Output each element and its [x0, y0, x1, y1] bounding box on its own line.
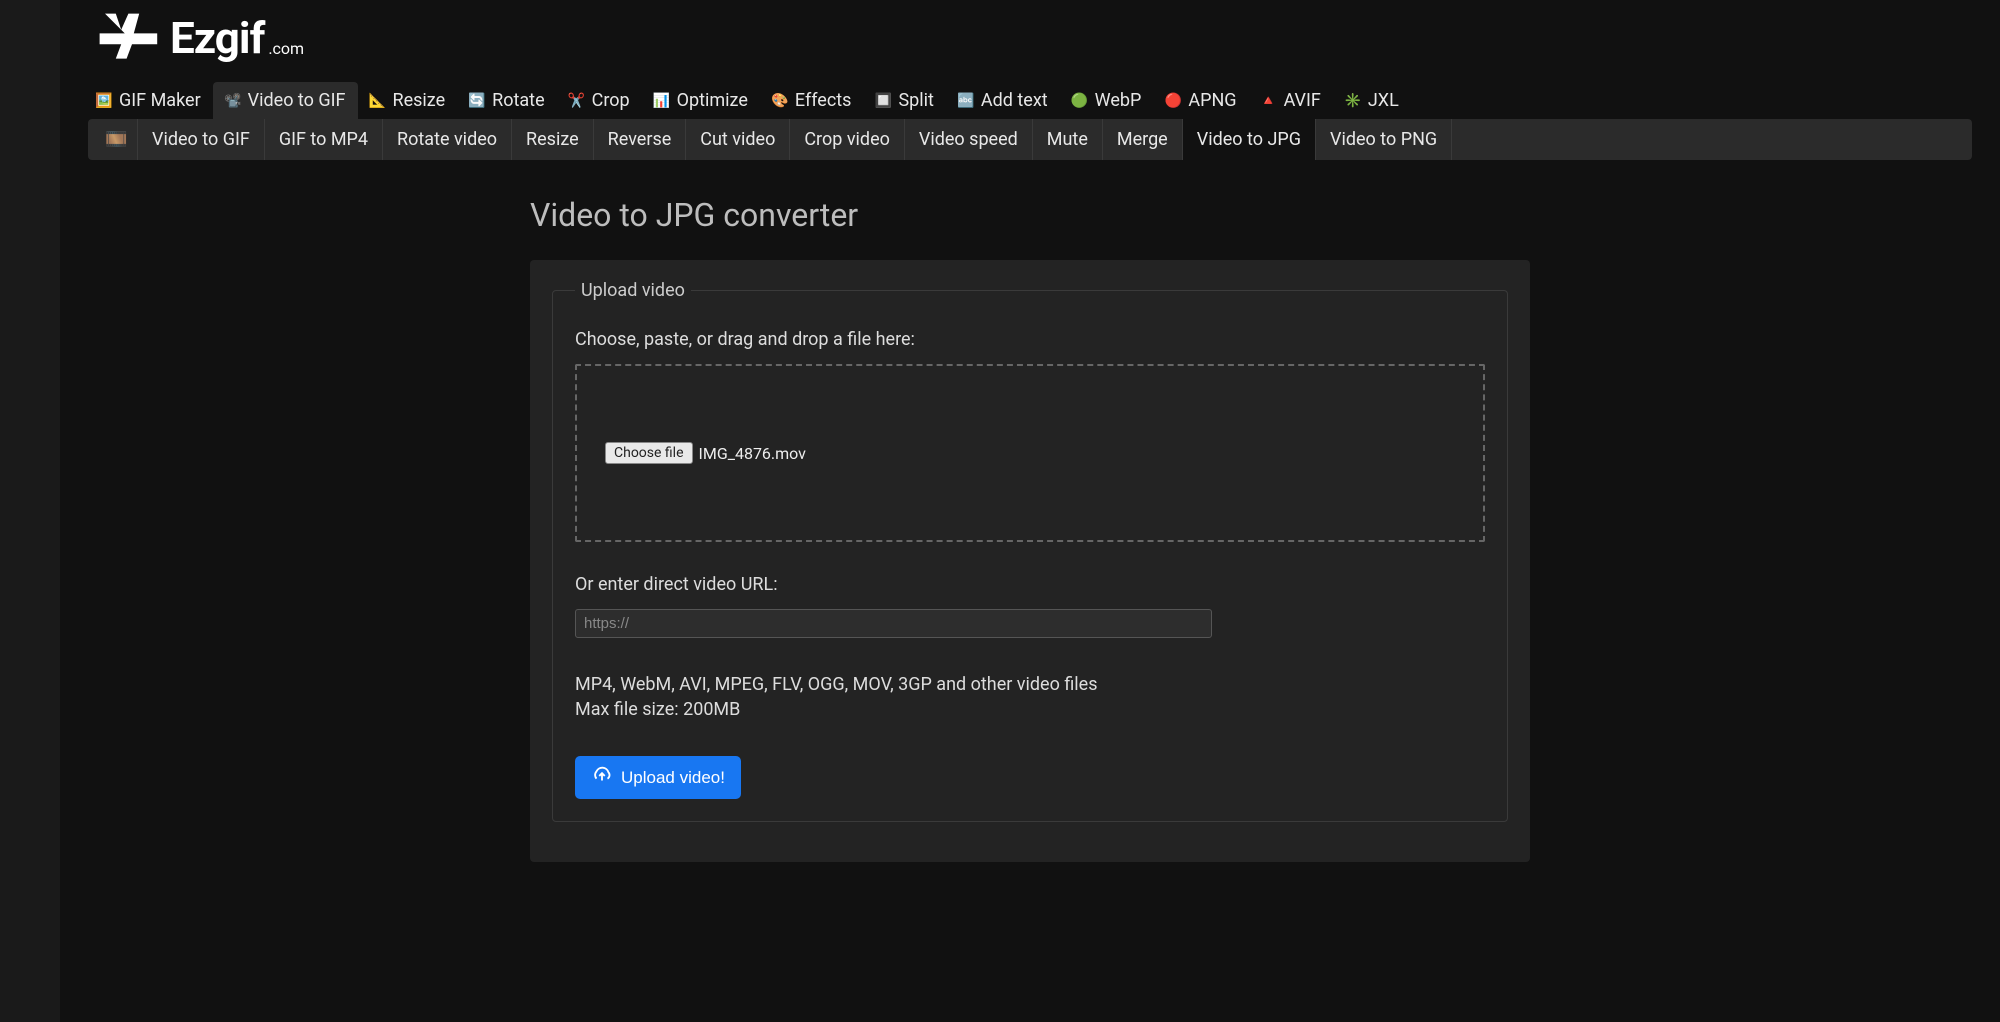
upload-hints: MP4, WebM, AVI, MPEG, FLV, OGG, MOV, 3GP… — [575, 672, 1485, 722]
nav-item-label: Rotate — [492, 90, 544, 111]
primary-nav: 🖼️ GIF Maker 📽️ Video to GIF 📐 Resize 🔄 Rotate ✂… — [84, 82, 1972, 119]
page-title: Video to JPG converter — [530, 196, 1530, 234]
nav-item-icon: 🟢 — [1072, 93, 1088, 109]
nav-primary-item[interactable]: ✂️ Crop — [557, 82, 642, 119]
nav-secondary-item[interactable]: Video to GIF — [138, 119, 265, 160]
upload-panel: Upload video Choose, paste, or drag and … — [530, 260, 1530, 862]
nav-secondary-item[interactable]: GIF to MP4 — [265, 119, 383, 160]
url-label: Or enter direct video URL: — [575, 574, 1485, 595]
nav-secondary-item[interactable]: Cut video — [686, 119, 790, 160]
nav-item-icon: 🔴 — [1165, 93, 1181, 109]
nav-item-label: Split — [898, 90, 933, 111]
nav-item-label: Optimize — [677, 90, 748, 111]
film-icon: 🎞️ — [96, 119, 138, 160]
nav-primary-item[interactable]: 🔄 Rotate — [457, 82, 556, 119]
nav-item-icon: 🔄 — [469, 93, 485, 109]
nav-item-label: Crop — [592, 90, 630, 111]
nav-item-label: APNG — [1188, 90, 1236, 111]
nav-primary-item[interactable]: 🔲 Split — [863, 82, 945, 119]
nav-primary-item[interactable]: 🔤 Add text — [946, 82, 1060, 119]
nav-secondary-item[interactable]: Merge — [1103, 119, 1183, 160]
file-dropzone[interactable]: Choose file IMG_4876.mov — [575, 364, 1485, 542]
nav-secondary-item[interactable]: Video to JPG — [1183, 119, 1316, 160]
formats-hint: MP4, WebM, AVI, MPEG, FLV, OGG, MOV, 3GP… — [575, 672, 1485, 697]
nav-secondary-item[interactable]: Rotate video — [383, 119, 512, 160]
nav-item-icon: ✳️ — [1345, 93, 1361, 109]
nav-secondary-item[interactable]: Video speed — [905, 119, 1033, 160]
left-gutter — [0, 0, 60, 1022]
upload-legend: Upload video — [575, 280, 691, 301]
nav-secondary-item[interactable]: Reverse — [594, 119, 687, 160]
choose-file-button[interactable]: Choose file — [605, 442, 693, 464]
secondary-nav: 🎞️ Video to GIFGIF to MP4Rotate videoRes… — [88, 119, 1972, 160]
upload-fieldset: Upload video Choose, paste, or drag and … — [552, 280, 1508, 822]
nav-secondary-item[interactable]: Video to PNG — [1316, 119, 1452, 160]
nav-item-label: Add text — [981, 90, 1048, 111]
nav-primary-item[interactable]: ✳️ JXL — [1333, 82, 1411, 119]
nav-item-label: JXL — [1368, 90, 1399, 111]
max-size-hint: Max file size: 200MB — [575, 697, 1485, 722]
nav-item-icon: 🔤 — [958, 93, 974, 109]
nav-secondary-item[interactable]: Crop video — [790, 119, 905, 160]
nav-item-icon: 📽️ — [225, 93, 241, 109]
nav-item-label: WebP — [1095, 90, 1142, 111]
upload-icon — [591, 765, 613, 790]
logo-icon — [96, 10, 160, 66]
nav-primary-item[interactable]: 📊 Optimize — [642, 82, 760, 119]
nav-primary-item[interactable]: 📽️ Video to GIF — [213, 82, 358, 119]
logo-tld: .com — [268, 39, 304, 58]
nav-primary-item[interactable]: 📐 Resize — [358, 82, 458, 119]
url-input[interactable] — [575, 609, 1212, 638]
nav-item-label: Resize — [393, 90, 446, 111]
nav-secondary-item[interactable]: Mute — [1033, 119, 1103, 160]
upload-submit-button[interactable]: Upload video! — [575, 756, 741, 799]
nav-item-icon: 🖼️ — [96, 93, 112, 109]
nav-primary-item[interactable]: 🖼️ GIF Maker — [84, 82, 213, 119]
nav-item-label: AVIF — [1284, 90, 1321, 111]
nav-primary-item[interactable]: 🟢 WebP — [1060, 82, 1154, 119]
nav-item-label: GIF Maker — [119, 90, 201, 111]
site-header: Ezgif .com — [88, 0, 1972, 82]
nav-primary-item[interactable]: 🔺 AVIF — [1249, 82, 1333, 119]
nav-item-icon: 📊 — [654, 93, 670, 109]
logo-text[interactable]: Ezgif — [170, 12, 264, 64]
nav-secondary-item[interactable]: Resize — [512, 119, 594, 160]
nav-item-icon: 🔲 — [875, 93, 891, 109]
selected-file-name: IMG_4876.mov — [699, 444, 806, 463]
nav-item-icon: 🎨 — [772, 93, 788, 109]
nav-item-icon: 🔺 — [1261, 93, 1277, 109]
nav-primary-item[interactable]: 🔴 APNG — [1153, 82, 1248, 119]
upload-submit-label: Upload video! — [621, 768, 725, 788]
nav-item-label: Video to GIF — [248, 90, 346, 111]
nav-item-icon: ✂️ — [569, 93, 585, 109]
nav-item-icon: 📐 — [370, 93, 386, 109]
choose-file-label: Choose, paste, or drag and drop a file h… — [575, 329, 1485, 350]
nav-item-label: Effects — [795, 90, 852, 111]
nav-primary-item[interactable]: 🎨 Effects — [760, 82, 864, 119]
